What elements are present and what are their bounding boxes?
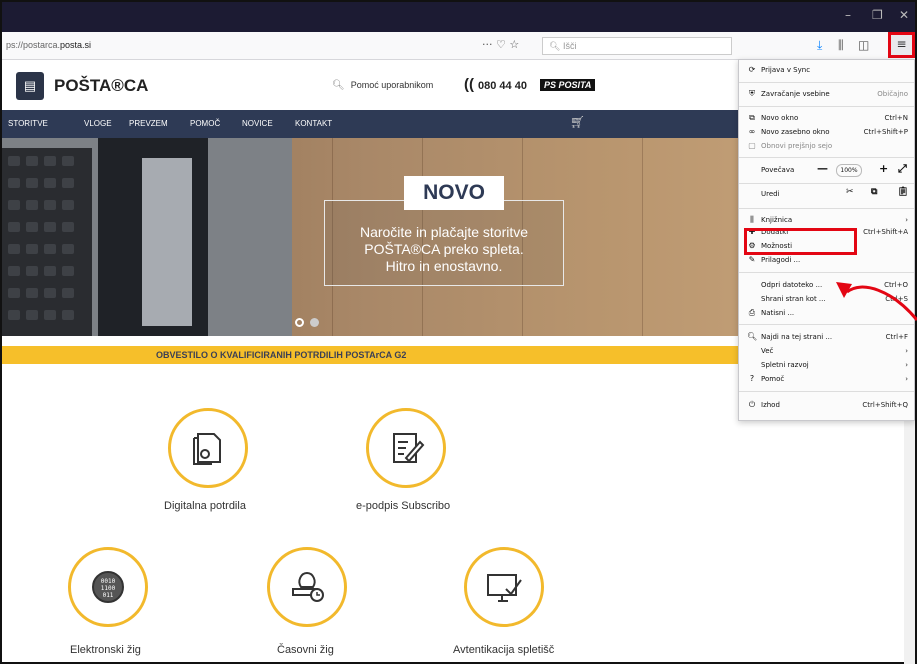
menu-private-window[interactable]: ∞ Novo zasebno okno Ctrl+Shift+P <box>739 126 914 140</box>
svg-text:0010: 0010 <box>101 578 116 585</box>
hero-line-1: Naročite in plačajte storitve <box>359 224 529 240</box>
minimize-icon[interactable]: – <box>845 8 851 22</box>
help-icon: ? <box>749 374 755 383</box>
search-icon: 🔍︎ <box>747 332 758 341</box>
url-domain: posta.si <box>60 40 92 50</box>
svg-text:1100: 1100 <box>101 585 116 592</box>
nav-kontakt[interactable]: KONTAKT <box>295 119 332 128</box>
cut-icon[interactable]: ✂ <box>846 187 854 197</box>
binary-seal-icon[interactable]: 0010 1100 011 <box>68 547 148 627</box>
library-icon[interactable]: ⫼ <box>838 38 844 53</box>
url-prefix: ps://postarca. <box>6 40 61 50</box>
cart-icon[interactable]: 🛒︎ <box>570 115 585 129</box>
phone-value: 080 44 40 <box>478 80 527 92</box>
printer-icon: ⎙ <box>748 308 756 317</box>
annotation-arrow <box>836 282 917 321</box>
zoom-in-button[interactable]: + <box>879 162 888 175</box>
menu-sync[interactable]: ⟳ Prijava v Sync <box>739 64 914 78</box>
shield-icon: ⛨ <box>749 89 755 98</box>
phone-icon: (( <box>464 76 474 93</box>
svg-text:011: 011 <box>103 592 114 599</box>
restore-icon: ▢ <box>748 141 756 150</box>
library-icon: ⫼ <box>750 215 754 224</box>
feature-label[interactable]: Elektronski žig <box>70 644 141 656</box>
mask-icon: ∞ <box>748 127 756 136</box>
hamburger-menu-icon[interactable]: ≡ <box>888 32 915 58</box>
novo-badge: NOVO <box>404 176 504 210</box>
url-bar[interactable]: ps://postarca.posta.si <box>6 40 91 50</box>
help-link[interactable]: 🔍︎ Pomoć uporabnikom <box>332 80 433 91</box>
menu-restore-session[interactable]: ▢ Obnovi prejšnjo sejo <box>739 140 914 154</box>
menu-new-window[interactable]: ⧉ Novo okno Ctrl+N <box>739 112 914 126</box>
paste-icon[interactable]: 📋︎ <box>897 187 908 197</box>
help-text: Pomoć uporabnikom <box>350 80 434 90</box>
feature-label[interactable]: Avtentikacija spletišč <box>453 644 554 656</box>
window-titlebar: – ❐ ✕ <box>2 2 915 32</box>
search-placeholder: Išči <box>562 41 577 51</box>
menu-content-blocking[interactable]: ⛨ Zavračanje vsebine Običajno <box>739 88 914 102</box>
search-input[interactable]: 🔍︎ Išči <box>542 37 732 55</box>
new-window-icon: ⧉ <box>749 113 755 122</box>
sidebar-icon[interactable]: ◫ <box>858 38 869 52</box>
phone-number: (( 080 44 40 <box>464 76 527 93</box>
feature-label[interactable]: Časovni žig <box>277 644 334 656</box>
brush-icon: ✎ <box>748 255 756 264</box>
restore-icon[interactable]: ❐ <box>872 8 883 22</box>
notice-text: OBVESTILO O KVALIFICIRANIH POTRDILIH POS… <box>156 350 407 360</box>
certificate-icon[interactable] <box>168 408 248 488</box>
nav-vloge[interactable]: VLOGE <box>84 119 112 128</box>
laptop-image <box>2 138 292 336</box>
menu-zoom: Povečava — 100% + ⤢ <box>761 162 907 177</box>
document-sign-icon[interactable] <box>366 408 446 488</box>
logo-icon[interactable]: ▤ <box>16 72 44 100</box>
fullscreen-icon[interactable]: ⤢ <box>898 162 907 176</box>
close-icon[interactable]: ✕ <box>899 8 909 22</box>
monitor-check-icon[interactable] <box>464 547 544 627</box>
hero-line-2: POŠTA®CA preko spleta. <box>364 241 524 257</box>
search-icon: 🔍︎ <box>332 80 345 91</box>
carousel-dot-active[interactable] <box>295 318 304 327</box>
feature-label[interactable]: Digitalna potrdila <box>164 500 246 512</box>
carousel-dot[interactable] <box>310 318 319 327</box>
sync-icon: ⟳ <box>748 65 756 74</box>
nav-prevzem[interactable]: PREVZEM <box>129 119 168 128</box>
feature-label[interactable]: e-podpis Subscribo <box>356 500 450 512</box>
nav-storitve[interactable]: STORITVE <box>8 119 48 128</box>
hero-line-3: Hitro in enostavno. <box>385 258 503 274</box>
time-stamp-icon[interactable] <box>267 547 347 627</box>
options-highlight-box <box>744 228 857 255</box>
download-icon[interactable]: ⤓ <box>817 38 822 53</box>
copy-icon[interactable]: ⧉ <box>871 187 877 197</box>
page-actions-icon[interactable]: ··· ♡ ☆ <box>482 38 519 51</box>
menu-edit: Uredi ✂ ⧉ 📋︎ <box>761 187 909 198</box>
posita-logo[interactable]: PS POSITA <box>540 79 596 91</box>
site-logo[interactable]: POŠTA®CA <box>54 76 148 96</box>
nav-novice[interactable]: NOVICE <box>242 119 273 128</box>
zoom-out-button[interactable]: — <box>817 162 828 175</box>
power-icon: ⏻ <box>748 400 756 409</box>
nav-pomoc[interactable]: POMOČ <box>190 119 220 128</box>
browser-toolbar: ps://postarca.posta.si ··· ♡ ☆ 🔍︎ Išči ⤓… <box>2 32 915 60</box>
zoom-reset-button[interactable]: 100% <box>836 164 862 177</box>
